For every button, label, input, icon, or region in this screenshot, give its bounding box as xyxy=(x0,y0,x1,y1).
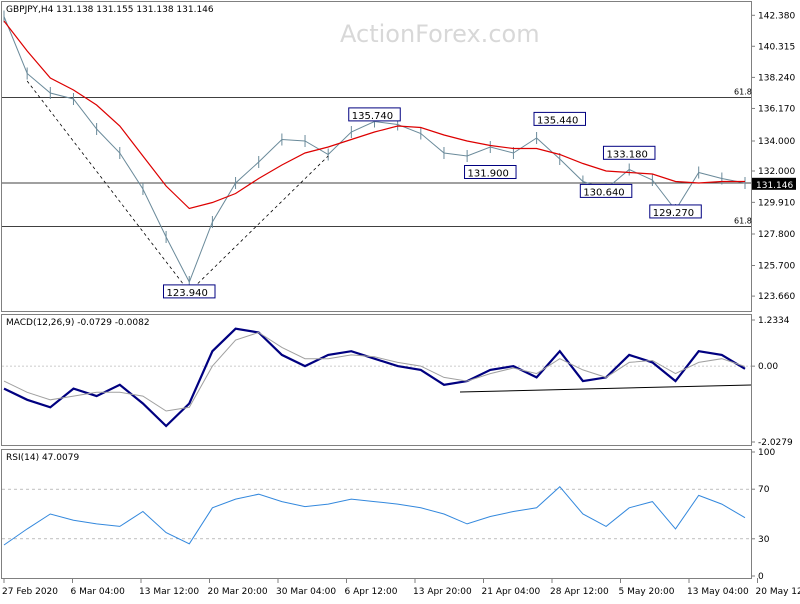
x-tick-label: 6 Mar 04:00 xyxy=(71,587,126,597)
macd-title: MACD(12,26,9) -0.0729 -0.0082 xyxy=(6,318,150,328)
y-tick-label: 134.000 xyxy=(758,137,795,147)
price-annotation: 135.440 xyxy=(537,115,578,126)
x-tick-label: 13 Apr 20:00 xyxy=(413,587,472,597)
fib-label: 61.8 xyxy=(734,88,752,97)
y-tick-label: 70 xyxy=(758,485,770,495)
y-tick-label: 142.380 xyxy=(758,11,795,21)
price-annotation: 129.270 xyxy=(653,208,694,219)
y-tick-label: 30 xyxy=(758,535,770,545)
y-tick-label: 140.315 xyxy=(758,42,795,52)
y-tick-label: -2.0279 xyxy=(758,438,793,448)
price-annotation: 130.640 xyxy=(583,187,624,198)
y-tick-label: 0 xyxy=(758,572,764,582)
x-tick-label: 21 Apr 04:00 xyxy=(482,587,541,597)
y-tick-label: 1.2334 xyxy=(758,316,790,326)
x-tick-label: 13 May 04:00 xyxy=(687,587,749,597)
rsi-title: RSI(14) 47.0079 xyxy=(6,453,79,463)
y-tick-label: 0.00 xyxy=(758,362,778,372)
x-tick-label: 27 Feb 2020 xyxy=(2,587,58,597)
x-tick-label: 20 May 12:00 xyxy=(756,587,800,597)
y-tick-label: 136.170 xyxy=(758,104,795,114)
price-annotation: 135.740 xyxy=(352,111,393,122)
price-annotation: 133.180 xyxy=(606,149,647,160)
price-title: GBPJPY,H4 131.138 131.155 131.138 131.14… xyxy=(6,5,214,15)
last-price-label: 131.146 xyxy=(756,181,793,191)
price-annotation: 131.900 xyxy=(468,169,509,180)
x-tick-label: 28 Apr 12:00 xyxy=(550,587,609,597)
gbpjpy-chart: ActionForex.com 61.8 61.8 123.940 135.740 13… xyxy=(0,0,800,600)
fib-label: 61.8 xyxy=(734,217,752,226)
x-tick-label: 20 Mar 20:00 xyxy=(208,587,268,597)
x-tick-label: 6 Apr 12:00 xyxy=(345,587,398,597)
y-tick-label: 100 xyxy=(758,448,775,458)
x-tick-label: 13 Mar 12:00 xyxy=(139,587,199,597)
y-tick-label: 129.910 xyxy=(758,198,795,208)
price-annotation: 123.940 xyxy=(167,288,208,299)
chart-svg: ActionForex.com 61.8 61.8 123.940 135.740 13… xyxy=(0,0,800,600)
y-tick-label: 132.000 xyxy=(758,167,795,177)
watermark: ActionForex.com xyxy=(340,20,540,48)
x-tick-label: 5 May 20:00 xyxy=(619,587,675,597)
y-tick-label: 127.800 xyxy=(758,230,795,240)
y-tick-label: 138.240 xyxy=(758,73,795,83)
x-tick-label: 30 Mar 04:00 xyxy=(276,587,336,597)
y-tick-label: 123.660 xyxy=(758,292,795,302)
y-tick-label: 125.700 xyxy=(758,262,795,272)
